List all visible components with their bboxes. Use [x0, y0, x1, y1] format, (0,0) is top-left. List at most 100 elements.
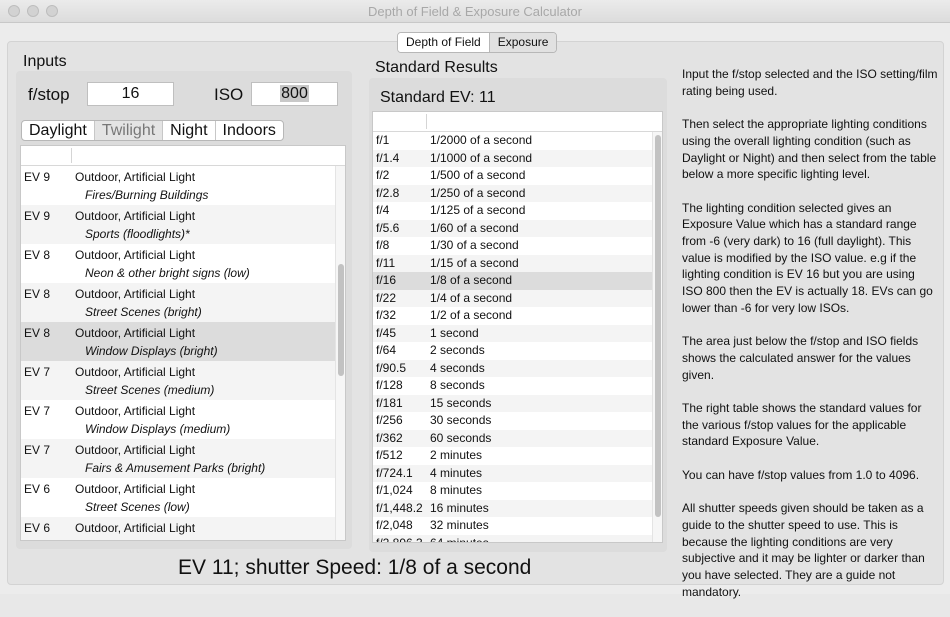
tab-night[interactable]: Night	[162, 121, 214, 140]
row-category: Outdoor, Artificial Light	[75, 482, 196, 496]
standard-row[interactable]: f/1,448.2 16 minutes	[373, 499, 662, 517]
row-subcategory: Street Scenes (low)	[85, 500, 190, 514]
row-fstop: f/2	[376, 168, 390, 182]
row-fstop: f/8	[376, 238, 390, 252]
standard-row[interactable]: f/4 1/125 of a second	[373, 202, 662, 220]
standard-row[interactable]: f/1.4 1/1000 of a second	[373, 149, 662, 167]
row-shutter-speed: 1/2 of a second	[430, 308, 513, 322]
lighting-scroll-thumb[interactable]	[338, 264, 344, 376]
row-fstop: f/90.5	[376, 360, 407, 375]
standard-row[interactable]: f/1 1/2000 of a second	[373, 132, 662, 150]
row-shutter-speed: 1 second	[430, 325, 479, 340]
lighting-row[interactable]: EV 7 Outdoor, Artificial Light Window Disp…	[21, 400, 345, 439]
standard-row[interactable]: f/256 30 seconds	[373, 412, 662, 430]
row-fstop: f/1,448.2	[376, 500, 423, 515]
row-fstop: f/5.6	[376, 220, 400, 235]
row-ev: EV 7	[24, 404, 51, 418]
row-shutter-speed: 4 minutes	[430, 465, 483, 480]
row-fstop: f/1.4	[376, 150, 400, 165]
standard-row[interactable]: f/362 60 seconds	[373, 429, 662, 447]
standard-row[interactable]: f/512 2 minutes	[373, 447, 662, 465]
row-fstop: f/22	[376, 290, 397, 305]
standard-row[interactable]: f/2,896.3 64 minutes	[373, 534, 662, 543]
lighting-table-body: EV 9 Outdoor, Artificial Light Fires/Burni…	[21, 166, 345, 540]
row-shutter-speed: 1/125 of a second	[430, 203, 526, 217]
row-ev: EV 7	[24, 365, 51, 379]
row-fstop: f/64	[376, 343, 397, 357]
standard-row[interactable]: f/32 1/2 of a second	[373, 307, 662, 325]
row-shutter-speed: 15 seconds	[430, 395, 492, 410]
window-title: Depth of Field & Exposure Calculator	[368, 4, 582, 19]
standard-row[interactable]: f/724.1 4 minutes	[373, 464, 662, 482]
row-fstop: f/181	[376, 395, 403, 410]
row-category: Outdoor, Artificial Light	[75, 287, 196, 301]
row-fstop: f/2,896.3	[376, 535, 423, 543]
row-fstop: f/16	[376, 273, 397, 287]
lighting-table-header	[21, 146, 345, 166]
standard-row[interactable]: f/64 2 seconds	[373, 342, 662, 360]
row-ev: EV 9	[24, 170, 51, 184]
standard-row[interactable]: f/2.8 1/250 of a second	[373, 184, 662, 202]
standard-results-table[interactable]: f/1 1/2000 of a second f/1.4 1/1000 of a se…	[372, 111, 663, 543]
standard-row[interactable]: f/45 1 second	[373, 324, 662, 342]
lighting-table[interactable]: EV 9 Outdoor, Artificial Light Fires/Burni…	[20, 145, 346, 541]
inputs-title: Inputs	[23, 53, 67, 70]
lighting-row[interactable]: EV 8 Outdoor, Artificial Light Street Scen…	[21, 283, 345, 322]
row-shutter-speed: 8 minutes	[430, 483, 483, 497]
app-window: Depth of Field & Exposure Calculator Dep…	[0, 0, 950, 599]
lighting-row[interactable]: EV 6 Outdoor, Artificial Light Street Scen…	[21, 478, 345, 517]
row-subcategory: Fairs & Amusement Parks (bright)	[85, 461, 266, 475]
tab-daylight[interactable]: Daylight	[22, 121, 94, 140]
lighting-row[interactable]: EV 6 Outdoor, Artificial Light	[21, 517, 345, 540]
standard-row[interactable]: f/11 1/15 of a second	[373, 254, 662, 272]
standard-scroll-thumb[interactable]	[655, 135, 661, 517]
tab-depth-of-field[interactable]: Depth of Field	[398, 33, 489, 52]
iso-input[interactable]: 800	[251, 82, 338, 106]
standard-row[interactable]: f/90.5 4 seconds	[373, 359, 662, 377]
row-subcategory: Fires/Burning Buildings	[85, 188, 209, 202]
row-fstop: f/45	[376, 325, 397, 340]
row-subcategory: Window Displays (medium)	[85, 422, 231, 436]
row-shutter-speed: 30 seconds	[430, 413, 492, 427]
standard-row[interactable]: f/5.6 1/60 of a second	[373, 219, 662, 237]
lighting-row[interactable]: EV 7 Outdoor, Artificial Light Fairs & Amu…	[21, 439, 345, 478]
help-paragraph: Then select the appropriate lighting con…	[682, 117, 937, 182]
row-ev: EV 8	[24, 248, 51, 262]
standard-row[interactable]: f/2 1/500 of a second	[373, 167, 662, 185]
tab-indoors[interactable]: Indoors	[214, 121, 283, 140]
standard-row[interactable]: f/16 1/8 of a second	[373, 272, 662, 290]
standard-row[interactable]: f/22 1/4 of a second	[373, 289, 662, 307]
row-shutter-speed: 2 seconds	[430, 343, 485, 357]
fstop-input[interactable]: 16	[87, 82, 174, 106]
row-ev: EV 8	[24, 326, 51, 340]
lighting-row[interactable]: EV 8 Outdoor, Artificial Light Window Disp…	[21, 322, 345, 361]
row-ev: EV 8	[24, 287, 51, 301]
standard-row[interactable]: f/2,048 32 minutes	[373, 517, 662, 535]
row-shutter-speed: 2 minutes	[430, 448, 483, 462]
mode-tabs: Depth of Field Exposure	[397, 32, 558, 53]
row-shutter-speed: 4 seconds	[430, 360, 485, 375]
row-shutter-speed: 1/2000 of a second	[430, 133, 533, 147]
row-fstop: f/4	[376, 203, 390, 217]
standard-row[interactable]: f/128 8 seconds	[373, 377, 662, 395]
row-subcategory: Street Scenes (bright)	[85, 305, 202, 319]
row-category: Outdoor, Artificial Light	[75, 209, 196, 223]
lighting-row[interactable]: EV 9 Outdoor, Artificial Light Fires/Burni…	[21, 166, 345, 205]
help-paragraph: The right table shows the standard value…	[682, 401, 922, 449]
lighting-table-scrollbar[interactable]	[335, 166, 345, 540]
standard-row[interactable]: f/8 1/30 of a second	[373, 237, 662, 255]
standard-row[interactable]: f/181 15 seconds	[373, 394, 662, 412]
row-shutter-speed: 1/500 of a second	[430, 168, 526, 182]
row-shutter-speed: 1/8 of a second	[430, 273, 513, 287]
row-shutter-speed: 1/60 of a second	[430, 220, 519, 235]
lighting-row[interactable]: EV 7 Outdoor, Artificial Light Street Scen…	[21, 361, 345, 400]
lighting-row[interactable]: EV 9 Outdoor, Artificial Light Sports (flo…	[21, 205, 345, 244]
tab-twilight[interactable]: Twilight	[93, 121, 163, 140]
standard-table-scrollbar[interactable]	[652, 132, 662, 542]
tab-exposure[interactable]: Exposure	[488, 33, 557, 52]
row-shutter-speed: 1/30 of a second	[430, 238, 519, 252]
row-shutter-speed: 1/15 of a second	[430, 255, 519, 270]
standard-row[interactable]: f/1,024 8 minutes	[373, 482, 662, 500]
lighting-row[interactable]: EV 8 Outdoor, Artificial Light Neon & othe…	[21, 244, 345, 283]
row-subcategory: Sports (floodlights)*	[85, 227, 190, 241]
